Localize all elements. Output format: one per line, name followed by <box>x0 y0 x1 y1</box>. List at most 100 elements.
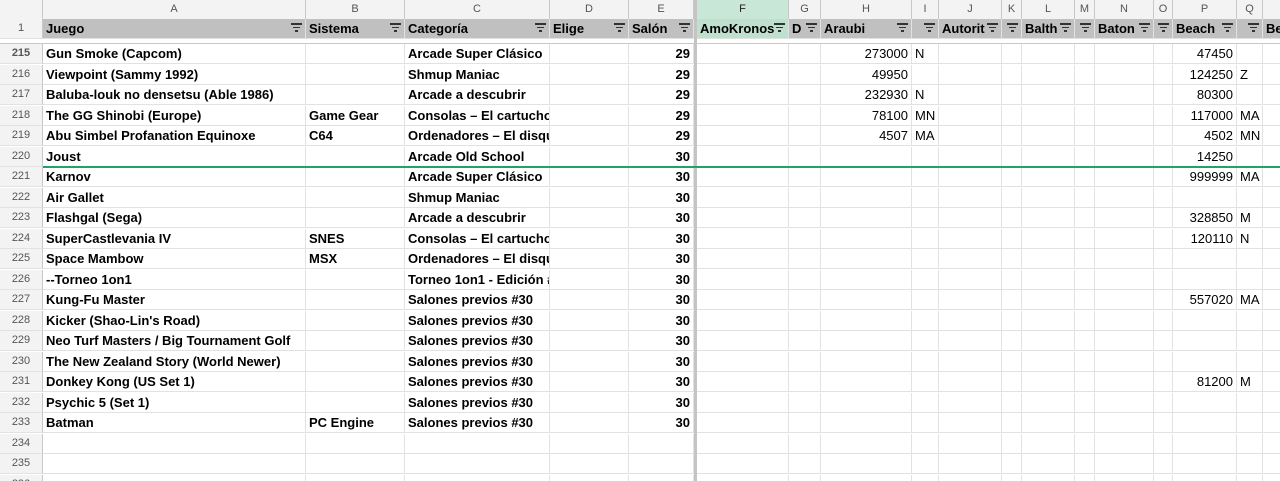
cell-F[interactable] <box>697 64 789 85</box>
cell-A[interactable]: Space Mambow <box>43 249 306 269</box>
cell-G[interactable] <box>789 413 821 433</box>
cell-I[interactable] <box>912 372 939 392</box>
cell-H[interactable]: 232930 <box>821 85 912 105</box>
cell-B[interactable] <box>306 146 405 167</box>
cell-F[interactable] <box>697 249 789 269</box>
cell-Q[interactable] <box>1237 146 1263 167</box>
cell-D[interactable] <box>550 85 629 105</box>
cell-Q[interactable]: MA <box>1237 290 1263 310</box>
cell-O[interactable] <box>1154 392 1173 413</box>
cell-B[interactable] <box>306 85 405 105</box>
cell-more[interactable] <box>1263 147 1280 167</box>
cell-F[interactable] <box>697 187 789 208</box>
cell-F[interactable] <box>697 372 789 392</box>
cell-H[interactable] <box>821 392 912 413</box>
cell-C[interactable]: Salones previos #30 <box>405 331 550 351</box>
cell-B[interactable] <box>306 474 405 481</box>
cell-G[interactable] <box>789 249 821 269</box>
cell-B[interactable] <box>306 64 405 85</box>
cell-Q[interactable]: MA <box>1237 167 1263 187</box>
cell-F[interactable] <box>697 290 789 310</box>
column-header-O[interactable]: O <box>1154 0 1173 20</box>
column-header-G[interactable]: G <box>789 0 821 20</box>
cell-H[interactable] <box>821 454 912 474</box>
column-header-F[interactable]: F <box>697 0 789 20</box>
cell-more[interactable] <box>1263 270 1280 290</box>
cell-J[interactable] <box>939 351 1002 372</box>
cell-E[interactable]: 30 <box>629 228 694 249</box>
column-header-M[interactable]: M <box>1075 0 1095 20</box>
cell-I[interactable] <box>912 146 939 167</box>
cell-I[interactable] <box>912 433 939 454</box>
cell-P[interactable]: 47450 <box>1173 44 1237 64</box>
row-number[interactable]: 234 <box>0 433 43 454</box>
cell-D[interactable] <box>550 105 629 126</box>
cell-E[interactable]: 30 <box>629 208 694 228</box>
cell-J[interactable] <box>939 105 1002 126</box>
cell-I[interactable]: MN <box>912 105 939 126</box>
cell-Q[interactable]: M <box>1237 208 1263 228</box>
cell-F[interactable] <box>697 331 789 351</box>
cell-D[interactable] <box>550 413 629 433</box>
cell-M[interactable] <box>1075 331 1095 351</box>
cell-A[interactable]: Viewpoint (Sammy 1992) <box>43 64 306 85</box>
cell-Q[interactable]: MA <box>1237 105 1263 126</box>
cell-B[interactable] <box>306 351 405 372</box>
cell-G[interactable] <box>789 351 821 372</box>
cell-G[interactable] <box>789 105 821 126</box>
cell-M[interactable] <box>1075 249 1095 269</box>
cell-L[interactable] <box>1022 474 1075 481</box>
cell-P[interactable] <box>1173 310 1237 331</box>
row-number[interactable]: 233 <box>0 413 43 433</box>
cell-I[interactable] <box>912 64 939 85</box>
cell-L[interactable] <box>1022 146 1075 167</box>
cell-E[interactable]: 30 <box>629 310 694 331</box>
column-header-I[interactable]: I <box>912 0 939 20</box>
cell-D[interactable] <box>550 167 629 187</box>
cell-F[interactable] <box>697 392 789 413</box>
cell-K[interactable] <box>1002 105 1022 126</box>
cell-C[interactable]: Consolas – El cartucho <box>405 105 550 126</box>
cell-E[interactable]: 30 <box>629 351 694 372</box>
cell-L[interactable] <box>1022 372 1075 392</box>
cell-O[interactable] <box>1154 331 1173 351</box>
cell-P[interactable]: 557020 <box>1173 290 1237 310</box>
cell-A[interactable]: Kicker (Shao-Lin's Road) <box>43 310 306 331</box>
cell-H[interactable] <box>821 372 912 392</box>
cell-H[interactable] <box>821 351 912 372</box>
cell-Q[interactable] <box>1237 187 1263 208</box>
cell-C[interactable]: Torneo 1on1 - Edición #1 <box>405 269 550 290</box>
cell-G[interactable] <box>789 146 821 167</box>
filter-icon[interactable] <box>679 23 690 34</box>
row-number[interactable]: 230 <box>0 351 43 372</box>
cell-Q[interactable]: Z <box>1237 64 1263 85</box>
cell-B[interactable]: C64 <box>306 126 405 146</box>
cell-P[interactable]: 4502 <box>1173 126 1237 146</box>
cell-E[interactable]: 30 <box>629 167 694 187</box>
cell-H[interactable] <box>821 167 912 187</box>
cell-B[interactable] <box>306 310 405 331</box>
cell-J[interactable] <box>939 310 1002 331</box>
cell-K[interactable] <box>1002 392 1022 413</box>
cell-C[interactable]: Shmup Maniac <box>405 187 550 208</box>
cell-F[interactable] <box>697 454 789 474</box>
cell-more[interactable] <box>1263 167 1280 187</box>
cell-K[interactable] <box>1002 208 1022 228</box>
cell-I[interactable] <box>912 167 939 187</box>
cell-J[interactable] <box>939 44 1002 64</box>
filter-icon[interactable] <box>1007 23 1018 34</box>
cell-F[interactable] <box>697 167 789 187</box>
cell-I[interactable]: N <box>912 85 939 105</box>
cell-E[interactable]: 29 <box>629 85 694 105</box>
column-header-N[interactable]: N <box>1095 0 1154 20</box>
cell-more[interactable] <box>1263 352 1280 372</box>
header-cell-G[interactable]: D <box>789 19 821 39</box>
cell-M[interactable] <box>1075 105 1095 126</box>
cell-D[interactable] <box>550 208 629 228</box>
cell-C[interactable]: Arcade Super Clásico <box>405 44 550 64</box>
cell-M[interactable] <box>1075 372 1095 392</box>
cell-B[interactable] <box>306 44 405 64</box>
cell-C[interactable] <box>405 454 550 474</box>
cell-M[interactable] <box>1075 208 1095 228</box>
cell-N[interactable] <box>1095 85 1154 105</box>
